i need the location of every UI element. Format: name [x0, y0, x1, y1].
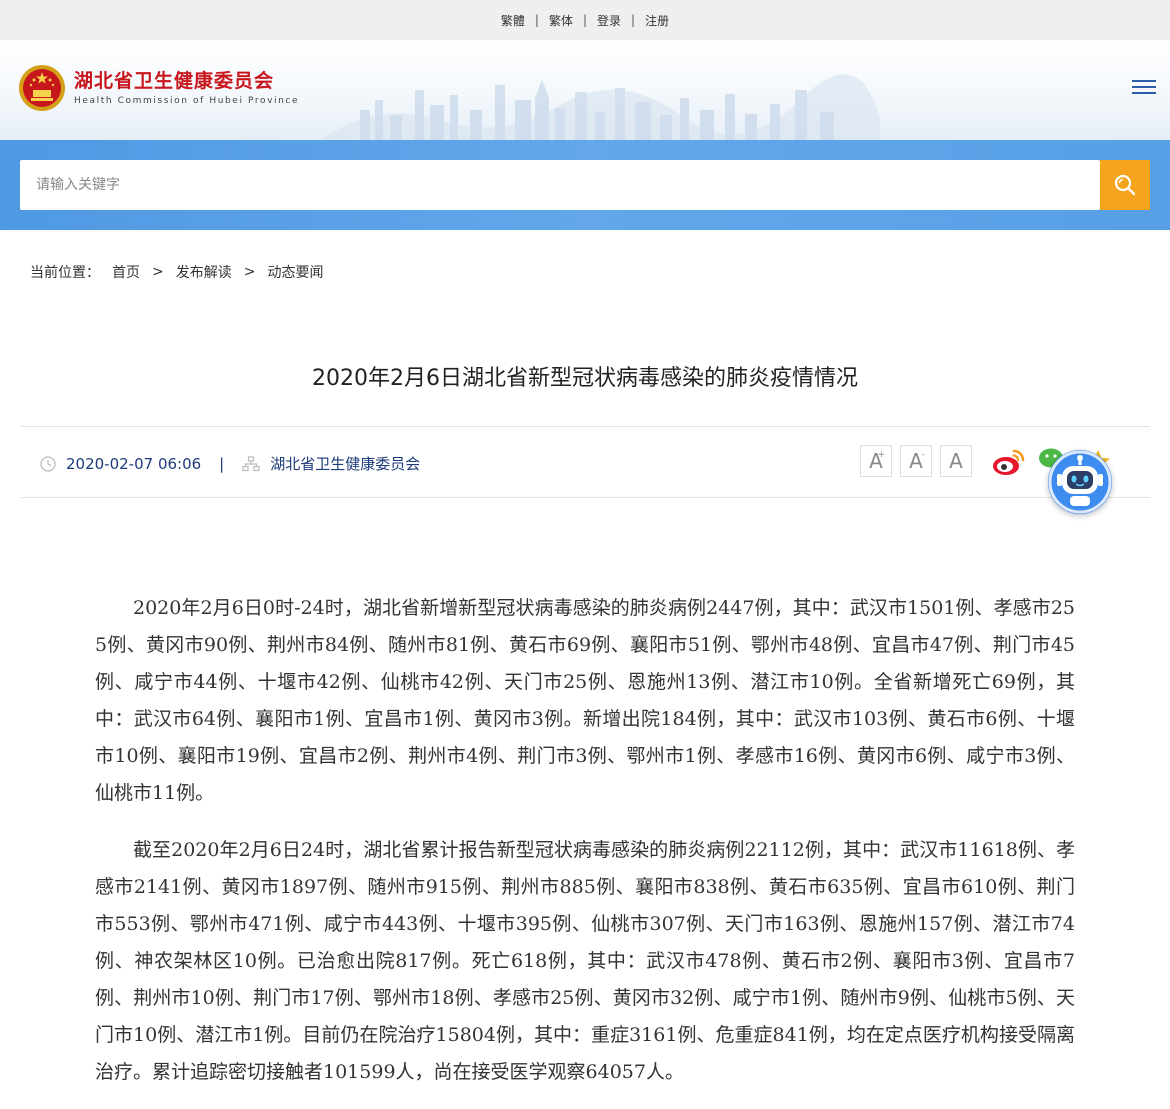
link-register[interactable]: 注册 — [645, 12, 669, 29]
article-body: 2020年2月6日0时-24时，湖北省新增新型冠状病毒感染的肺炎病例2447例，… — [95, 590, 1075, 1109]
robot-assistant-icon[interactable] — [1048, 450, 1112, 514]
font-decrease-button[interactable]: A- — [900, 445, 932, 477]
breadcrumb-separator: > — [152, 264, 164, 280]
meta-separator: | — [219, 454, 225, 473]
breadcrumb-home[interactable]: 首页 — [112, 262, 140, 282]
article-title: 2020年2月6日湖北省新型冠状病毒感染的肺炎疫情情况 — [312, 366, 858, 391]
article-paragraph: 2020年2月6日0时-24时，湖北省新增新型冠状病毒感染的肺炎病例2447例，… — [95, 597, 1075, 804]
org-name-cn: 湖北省卫生健康委员会 — [74, 70, 275, 92]
national-emblem-icon — [19, 65, 65, 111]
font-size-controls: A + A- A — [860, 445, 980, 477]
breadcrumb: 当前位置： 首页 > 发布解读 > 动态要闻 — [30, 262, 323, 282]
link-traditional-chinese[interactable]: 繁體 — [501, 12, 525, 29]
clock-icon — [40, 455, 56, 472]
breadcrumb-release-interpretation[interactable]: 发布解读 — [176, 262, 232, 282]
breadcrumb-label: 当前位置： — [30, 265, 100, 281]
article-meta-bar: 2020-02-07 06:06 | 湖北省卫生健康委员会 A + A- A — [20, 426, 1150, 498]
link-login[interactable]: 登录 — [597, 12, 621, 29]
search-icon — [1114, 174, 1136, 196]
hamburger-menu-icon[interactable] — [1132, 76, 1156, 96]
article-date: 2020-02-07 06:06 — [66, 454, 202, 473]
top-utility-bar: 繁體 | 繁体 | 登录 | 注册 — [0, 0, 1170, 40]
article-source[interactable]: 湖北省卫生健康委员会 — [270, 453, 420, 474]
city-skyline-illustration — [320, 74, 880, 140]
weibo-icon[interactable] — [992, 447, 1026, 481]
article-paragraph: 截至2020年2月6日24时，湖北省累计报告新型冠状病毒感染的肺炎病例22112… — [95, 839, 1075, 1083]
search-button[interactable] — [1100, 160, 1150, 210]
org-name-en: Health Commission of Hubei Province — [74, 96, 300, 106]
search-input[interactable] — [20, 160, 1100, 210]
breadcrumb-news[interactable]: 动态要闻 — [267, 262, 323, 282]
font-increase-button[interactable]: A + — [860, 445, 892, 477]
topbar-separator: | — [534, 13, 539, 27]
font-reset-button[interactable]: A — [940, 445, 972, 477]
breadcrumb-separator: > — [243, 264, 256, 280]
topbar-separator: | — [631, 13, 636, 27]
site-logo[interactable]: 湖北省卫生健康委员会 Health Commission of Hubei Pr… — [18, 64, 299, 112]
org-source-icon — [242, 455, 260, 471]
link-simplified-chinese[interactable]: 繁体 — [549, 12, 573, 29]
search-band — [0, 140, 1170, 230]
topbar-separator: | — [582, 13, 588, 27]
site-header: 湖北省卫生健康委员会 Health Commission of Hubei Pr… — [0, 40, 1170, 140]
